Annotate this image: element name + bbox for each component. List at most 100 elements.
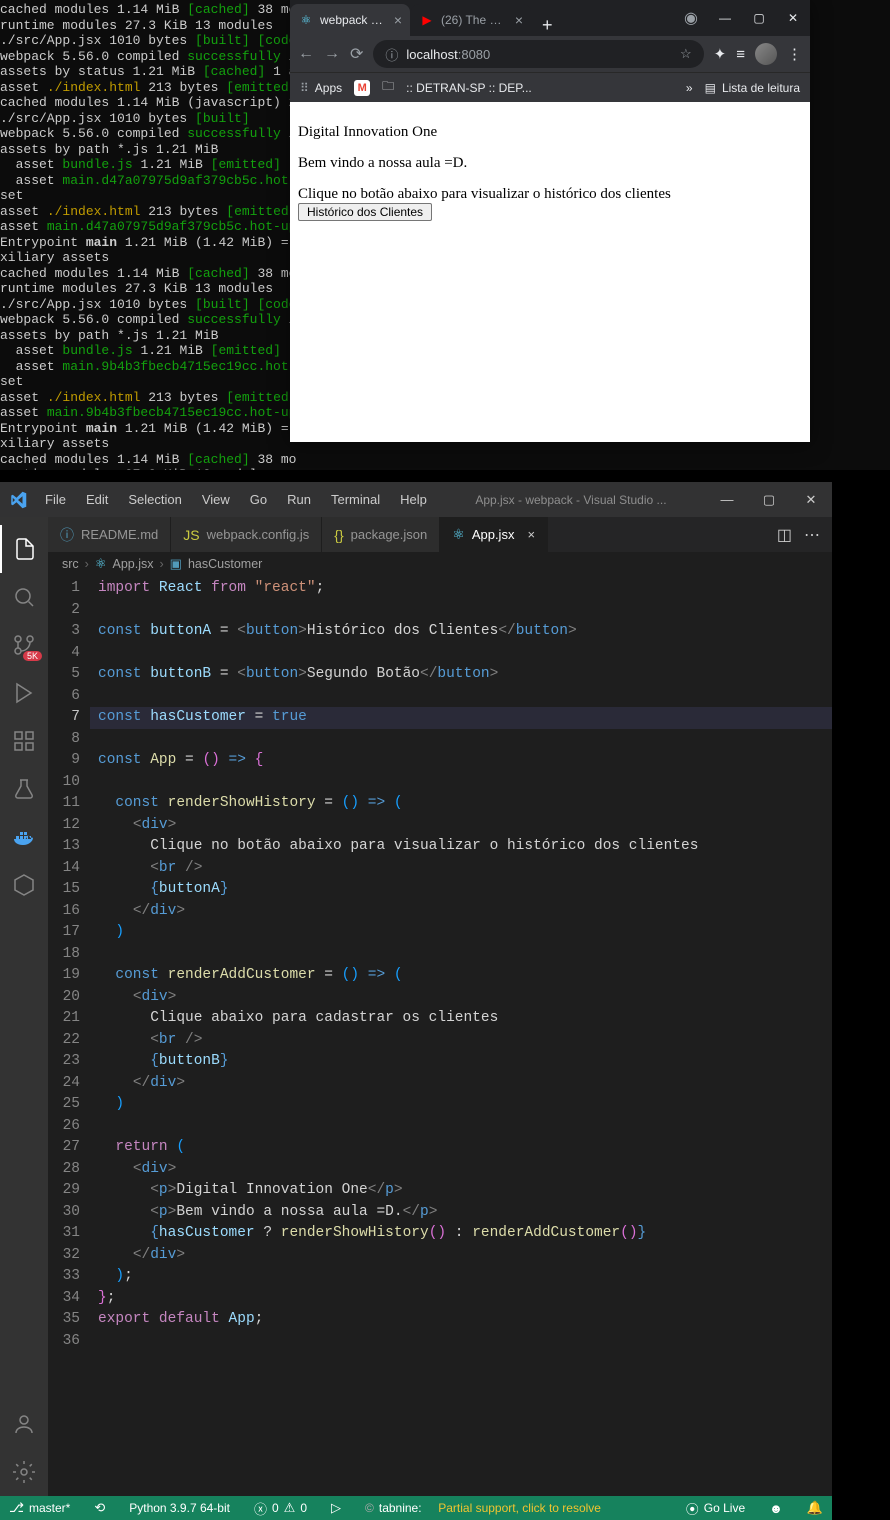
code-line[interactable]: {buttonB} — [98, 1051, 832, 1073]
code-line[interactable]: <div> — [98, 987, 832, 1009]
avatar[interactable] — [755, 43, 777, 65]
minimize-button[interactable]: — — [706, 482, 748, 517]
menu-edit[interactable]: Edit — [77, 488, 117, 511]
editor-tab-README-md[interactable]: ⓘREADME.md — [48, 517, 171, 552]
forward-button[interactable]: → — [324, 45, 340, 63]
close-icon[interactable]: × — [515, 12, 523, 28]
code-line[interactable]: export default App; — [98, 1309, 832, 1331]
code-line[interactable]: <div> — [98, 1159, 832, 1181]
apps-shortcut[interactable]: ⠿Apps — [300, 81, 342, 95]
code-line[interactable]: const buttonB = <button>Segundo Botão</b… — [98, 664, 832, 686]
code-line[interactable]: const renderShowHistory = () => ( — [98, 793, 832, 815]
code-line[interactable] — [98, 729, 832, 751]
code-line[interactable]: Clique no botão abaixo para visualizar o… — [98, 836, 832, 858]
code-line[interactable]: const App = () => { — [98, 750, 832, 772]
more-actions-icon[interactable]: ⋯ — [804, 525, 820, 545]
close-icon[interactable]: × — [527, 527, 535, 542]
menu-go[interactable]: Go — [241, 488, 276, 511]
python-indicator[interactable]: Python 3.9.7 64-bit — [124, 1501, 235, 1515]
menu-file[interactable]: File — [36, 488, 75, 511]
split-editor-icon[interactable]: ◫ — [777, 525, 792, 545]
gear-icon[interactable] — [0, 1448, 48, 1496]
branch-indicator[interactable]: ⎇master* — [4, 1500, 75, 1516]
reload-button[interactable]: ⟳ — [350, 44, 363, 64]
code-line[interactable]: <br /> — [98, 858, 832, 880]
editor-tab-package-json[interactable]: {}package.json — [322, 517, 440, 552]
debug-indicator[interactable]: ▷ — [326, 1500, 346, 1516]
code-line[interactable]: <br /> — [98, 1030, 832, 1052]
extensions-icon[interactable] — [0, 717, 48, 765]
detran-bookmark[interactable]: :: DETRAN-SP :: DEP... — [406, 81, 532, 95]
menu-view[interactable]: View — [193, 488, 239, 511]
code-line[interactable]: import React from "react"; — [98, 578, 832, 600]
bookmark-star-icon[interactable]: ☆ — [680, 46, 692, 62]
maximize-button[interactable]: ▢ — [748, 482, 790, 517]
code-line[interactable]: ) — [98, 1094, 832, 1116]
code-line[interactable]: <p>Bem vindo a nossa aula =D.</p> — [98, 1202, 832, 1224]
close-button[interactable]: ✕ — [790, 482, 832, 517]
code-editor[interactable]: 1234567891011121314151617181920212223242… — [48, 576, 832, 1496]
sync-icon[interactable]: ⟲ — [89, 1500, 110, 1516]
code-line[interactable] — [98, 1116, 832, 1138]
problems-indicator[interactable]: ⓧ0⚠0 — [249, 1499, 312, 1518]
code-line[interactable] — [98, 643, 832, 665]
code-line[interactable]: const renderAddCustomer = () => ( — [98, 965, 832, 987]
code-line[interactable]: </div> — [98, 1073, 832, 1095]
code-line[interactable]: {hasCustomer ? renderShowHistory() : ren… — [98, 1223, 832, 1245]
gmail-bookmark[interactable]: M — [354, 80, 370, 96]
code-line[interactable] — [98, 944, 832, 966]
explorer-icon[interactable] — [0, 525, 48, 573]
code-line[interactable]: </div> — [98, 901, 832, 923]
bookmark-folder[interactable]: 🗀 — [382, 77, 394, 98]
feedback-icon[interactable]: ☻ — [764, 1499, 788, 1518]
back-button[interactable]: ← — [298, 45, 314, 63]
testing-icon[interactable] — [0, 765, 48, 813]
more-icon[interactable]: ⋮ — [787, 45, 802, 63]
code-line[interactable]: <div> — [98, 815, 832, 837]
code-line[interactable]: ) — [98, 922, 832, 944]
editor-tab-webpack-config-js[interactable]: JSwebpack.config.js — [171, 517, 322, 552]
go-live-button[interactable]: ⦿Go Live — [681, 1499, 750, 1518]
code-line[interactable]: }; — [98, 1288, 832, 1310]
code-line[interactable]: </div> — [98, 1245, 832, 1267]
code-line[interactable]: <p>Digital Innovation One</p> — [98, 1180, 832, 1202]
browser-tab-1[interactable]: ▶ (26) The Dark × — [411, 4, 531, 36]
menu-run[interactable]: Run — [278, 488, 320, 511]
code-line[interactable]: const buttonA = <button>Histórico dos Cl… — [98, 621, 832, 643]
docker-icon[interactable] — [0, 813, 48, 861]
settings-icon[interactable]: ≡ — [736, 46, 745, 63]
code-line[interactable] — [98, 1331, 832, 1353]
code-line[interactable] — [98, 686, 832, 708]
maximize-button[interactable]: ▢ — [742, 3, 776, 33]
breadcrumb[interactable]: src› ⚛App.jsx› ▣hasCustomer — [48, 552, 832, 576]
minimize-button[interactable]: — — [708, 3, 742, 33]
close-button[interactable]: ✕ — [776, 3, 810, 33]
extensions-icon[interactable]: ✦ — [714, 45, 727, 63]
code-line[interactable] — [98, 772, 832, 794]
notifications-icon[interactable]: 🔔 — [802, 1499, 828, 1518]
code-line[interactable]: return ( — [98, 1137, 832, 1159]
browser-tab-0[interactable]: ⚛ webpack 4 + b × — [290, 4, 410, 36]
menu-terminal[interactable]: Terminal — [322, 488, 389, 511]
hexagon-icon[interactable] — [0, 861, 48, 909]
code-line[interactable]: const hasCustomer = true — [90, 707, 832, 729]
menu-selection[interactable]: Selection — [119, 488, 190, 511]
code-line[interactable]: ); — [98, 1266, 832, 1288]
code-line[interactable]: {buttonA} — [98, 879, 832, 901]
account-icon[interactable] — [0, 1400, 48, 1448]
code-line[interactable] — [98, 600, 832, 622]
bookmark-overflow-icon[interactable]: » — [686, 81, 693, 95]
code-line[interactable]: Clique abaixo para cadastrar os clientes — [98, 1008, 832, 1030]
editor-tab-App-jsx[interactable]: ⚛App.jsx× — [440, 517, 548, 552]
search-icon[interactable] — [0, 573, 48, 621]
site-info-icon[interactable]: ⓘ — [385, 45, 398, 64]
tabnine-status[interactable]: © tabnine: Partial support, click to res… — [360, 1501, 606, 1515]
close-icon[interactable]: × — [394, 12, 402, 28]
reading-list-button[interactable]: ▤Lista de leitura — [705, 81, 800, 95]
history-button[interactable]: Histórico dos Clientes — [298, 203, 432, 221]
new-tab-button[interactable]: + — [532, 15, 563, 36]
menu-help[interactable]: Help — [391, 488, 436, 511]
source-control-icon[interactable]: 5K — [0, 621, 48, 669]
url-input[interactable]: ⓘ localhost:8080 ☆ — [373, 40, 703, 68]
run-debug-icon[interactable] — [0, 669, 48, 717]
